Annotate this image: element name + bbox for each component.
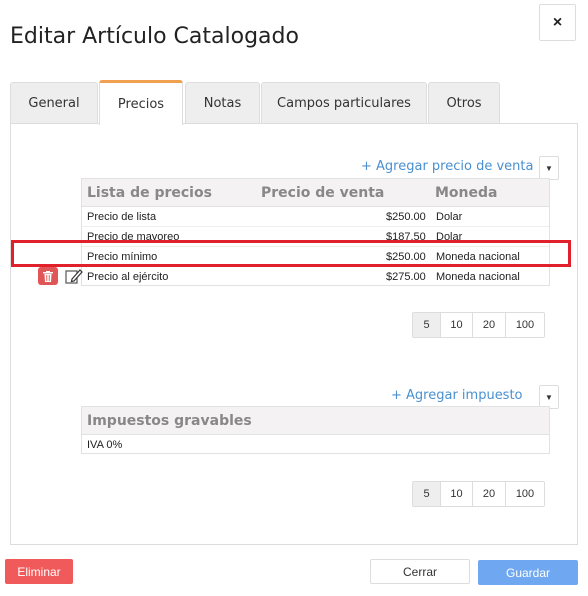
currency-cell: Moneda nacional [436, 271, 520, 283]
dialog-title: Editar Artículo Catalogado [10, 24, 299, 49]
tax-name-cell: IVA 0% [87, 439, 123, 451]
taxes-pager: 5 10 20 100 [412, 481, 545, 507]
price-options-dropdown[interactable]: ▼ [539, 156, 559, 180]
taxes-grid-header: Impuestos gravables [82, 407, 549, 435]
tab-precios[interactable]: Precios [99, 80, 183, 125]
prices-grid-header: Lista de precios Precio de venta Moneda [82, 179, 549, 207]
table-row[interactable]: Precio de lista $250.00 Dolar [82, 207, 549, 227]
column-header[interactable]: Lista de precios [87, 185, 212, 201]
tab-notas[interactable]: Notas [185, 82, 260, 124]
price-list-cell: Precio al ejército [87, 271, 169, 283]
table-row[interactable]: IVA 0% [82, 435, 549, 455]
price-cell: $250.00 [386, 211, 426, 223]
page-size-100[interactable]: 100 [505, 313, 544, 337]
column-header[interactable]: Moneda [435, 185, 497, 201]
page-size-20[interactable]: 20 [472, 482, 505, 506]
column-header[interactable]: Impuestos gravables [87, 413, 252, 429]
delete-button[interactable]: Eliminar [5, 559, 73, 584]
trash-icon [43, 270, 53, 282]
price-list-cell: Precio de lista [87, 211, 157, 223]
page-size-20[interactable]: 20 [472, 313, 505, 337]
page-size-10[interactable]: 10 [440, 313, 472, 337]
tab-otros[interactable]: Otros [428, 82, 500, 124]
tab-general[interactable]: General [10, 82, 98, 124]
price-cell: $275.00 [386, 271, 426, 283]
page-size-5[interactable]: 5 [413, 482, 440, 506]
edit-row-button[interactable] [64, 267, 84, 285]
currency-cell: Dolar [436, 211, 463, 223]
caret-down-icon: ▼ [545, 163, 553, 173]
column-header[interactable]: Precio de venta [261, 185, 384, 201]
page-size-100[interactable]: 100 [505, 482, 544, 506]
add-price-link[interactable]: + Agregar precio de venta [361, 159, 533, 174]
selected-row-highlight [11, 240, 571, 267]
tab-campos-particulares[interactable]: Campos particulares [261, 82, 427, 124]
pencil-icon [65, 269, 83, 284]
save-button[interactable]: Guardar [478, 560, 578, 585]
taxes-grid: Impuestos gravables IVA 0% [81, 406, 550, 454]
close-button[interactable]: × [539, 4, 576, 41]
page-size-5[interactable]: 5 [413, 313, 440, 337]
page-size-10[interactable]: 10 [440, 482, 472, 506]
close-icon: × [552, 13, 563, 31]
prices-pager: 5 10 20 100 [412, 312, 545, 338]
add-tax-link[interactable]: + Agregar impuesto [391, 388, 523, 403]
cancel-button[interactable]: Cerrar [370, 559, 470, 584]
delete-row-button[interactable] [38, 267, 58, 285]
caret-down-icon: ▼ [545, 392, 553, 402]
table-row[interactable]: Precio al ejército $275.00 Moneda nacion… [82, 267, 549, 287]
prices-grid: Lista de precios Precio de venta Moneda … [81, 178, 550, 286]
